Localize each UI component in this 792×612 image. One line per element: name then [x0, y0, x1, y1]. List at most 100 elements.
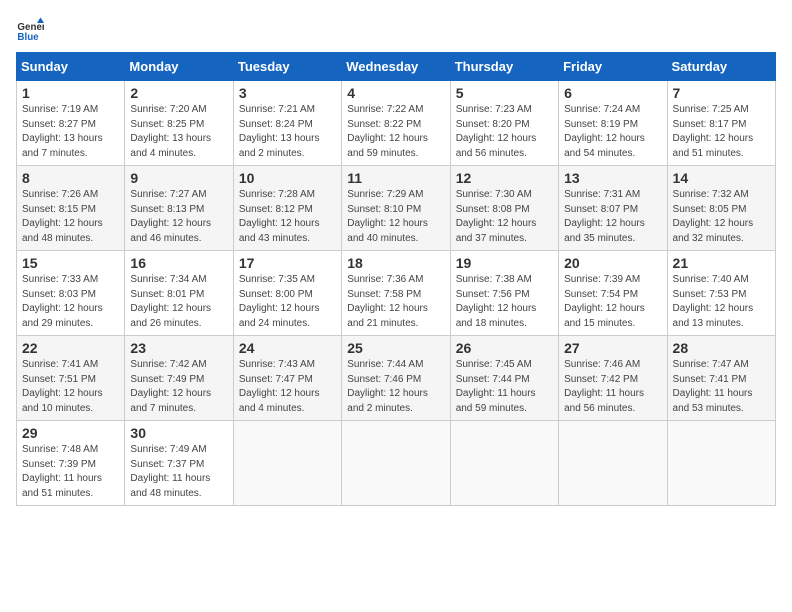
- day-number: 10: [239, 170, 336, 186]
- day-info: Sunrise: 7:31 AM Sunset: 8:07 PM Dayligh…: [564, 188, 661, 246]
- day-info: Sunrise: 7:48 AM Sunset: 7:39 PM Dayligh…: [22, 443, 119, 501]
- calendar-cell: 26 Sunrise: 7:45 AM Sunset: 7:44 PM Dayli…: [450, 336, 558, 421]
- weekday-header: Thursday: [450, 53, 558, 81]
- day-number: 14: [673, 170, 770, 186]
- calendar-cell: 27 Sunrise: 7:46 AM Sunset: 7:42 PM Dayli…: [559, 336, 667, 421]
- calendar-cell: 2 Sunrise: 7:20 AM Sunset: 8:25 PM Daylig…: [125, 81, 233, 166]
- weekday-header: Sunday: [17, 53, 125, 81]
- calendar-cell: 11 Sunrise: 7:29 AM Sunset: 8:10 PM Dayli…: [342, 166, 450, 251]
- day-info: Sunrise: 7:32 AM Sunset: 8:05 PM Dayligh…: [673, 188, 770, 246]
- calendar-week-row: 29 Sunrise: 7:48 AM Sunset: 7:39 PM Dayli…: [17, 421, 776, 506]
- calendar-cell: 16 Sunrise: 7:34 AM Sunset: 8:01 PM Dayli…: [125, 251, 233, 336]
- day-number: 29: [22, 425, 119, 441]
- calendar-cell: 30Sunrise: 7:49 AM Sunset: 7:37 PM Dayli…: [125, 421, 233, 506]
- calendar-cell: 1 Sunrise: 7:19 AM Sunset: 8:27 PM Daylig…: [17, 81, 125, 166]
- day-number: 11: [347, 170, 444, 186]
- day-info: Sunrise: 7:44 AM Sunset: 7:46 PM Dayligh…: [347, 358, 444, 416]
- calendar-cell: [342, 421, 450, 506]
- day-info: Sunrise: 7:27 AM Sunset: 8:13 PM Dayligh…: [130, 188, 227, 246]
- calendar-table: SundayMondayTuesdayWednesdayThursdayFrid…: [16, 52, 776, 506]
- day-number: 4: [347, 85, 444, 101]
- calendar-cell: 8Sunrise: 7:26 AM Sunset: 8:15 PM Daylig…: [17, 166, 125, 251]
- day-info: Sunrise: 7:38 AM Sunset: 7:56 PM Dayligh…: [456, 273, 553, 331]
- day-number: 15: [22, 255, 119, 271]
- weekday-header-row: SundayMondayTuesdayWednesdayThursdayFrid…: [17, 53, 776, 81]
- calendar-cell: 20 Sunrise: 7:39 AM Sunset: 7:54 PM Dayli…: [559, 251, 667, 336]
- weekday-header: Friday: [559, 53, 667, 81]
- day-number: 21: [673, 255, 770, 271]
- calendar-week-row: 1 Sunrise: 7:19 AM Sunset: 8:27 PM Daylig…: [17, 81, 776, 166]
- calendar-cell: 29 Sunrise: 7:48 AM Sunset: 7:39 PM Dayli…: [17, 421, 125, 506]
- day-info: Sunrise: 7:49 AM Sunset: 7:37 PM Dayligh…: [130, 443, 227, 501]
- calendar-week-row: 22Sunrise: 7:41 AM Sunset: 7:51 PM Dayli…: [17, 336, 776, 421]
- day-info: Sunrise: 7:20 AM Sunset: 8:25 PM Dayligh…: [130, 103, 227, 161]
- day-number: 23: [130, 340, 227, 356]
- day-info: Sunrise: 7:30 AM Sunset: 8:08 PM Dayligh…: [456, 188, 553, 246]
- calendar-cell: 5 Sunrise: 7:23 AM Sunset: 8:20 PM Daylig…: [450, 81, 558, 166]
- day-number: 18: [347, 255, 444, 271]
- calendar-cell: 3 Sunrise: 7:21 AM Sunset: 8:24 PM Daylig…: [233, 81, 341, 166]
- day-number: 25: [347, 340, 444, 356]
- calendar-cell: [233, 421, 341, 506]
- day-info: Sunrise: 7:40 AM Sunset: 7:53 PM Dayligh…: [673, 273, 770, 331]
- day-info: Sunrise: 7:46 AM Sunset: 7:42 PM Dayligh…: [564, 358, 661, 416]
- day-info: Sunrise: 7:21 AM Sunset: 8:24 PM Dayligh…: [239, 103, 336, 161]
- calendar-week-row: 8Sunrise: 7:26 AM Sunset: 8:15 PM Daylig…: [17, 166, 776, 251]
- day-number: 24: [239, 340, 336, 356]
- calendar-cell: 18Sunrise: 7:36 AM Sunset: 7:58 PM Dayli…: [342, 251, 450, 336]
- logo: General Blue: [16, 16, 48, 44]
- calendar-cell: 4 Sunrise: 7:22 AM Sunset: 8:22 PM Daylig…: [342, 81, 450, 166]
- calendar-cell: [667, 421, 775, 506]
- day-number: 22: [22, 340, 119, 356]
- day-info: Sunrise: 7:33 AM Sunset: 8:03 PM Dayligh…: [22, 273, 119, 331]
- day-info: Sunrise: 7:22 AM Sunset: 8:22 PM Dayligh…: [347, 103, 444, 161]
- calendar-cell: 17Sunrise: 7:35 AM Sunset: 8:00 PM Dayli…: [233, 251, 341, 336]
- calendar-cell: 21 Sunrise: 7:40 AM Sunset: 7:53 PM Dayli…: [667, 251, 775, 336]
- day-info: Sunrise: 7:42 AM Sunset: 7:49 PM Dayligh…: [130, 358, 227, 416]
- day-number: 26: [456, 340, 553, 356]
- day-info: Sunrise: 7:24 AM Sunset: 8:19 PM Dayligh…: [564, 103, 661, 161]
- day-info: Sunrise: 7:34 AM Sunset: 8:01 PM Dayligh…: [130, 273, 227, 331]
- day-info: Sunrise: 7:19 AM Sunset: 8:27 PM Dayligh…: [22, 103, 119, 161]
- day-info: Sunrise: 7:26 AM Sunset: 8:15 PM Dayligh…: [22, 188, 119, 246]
- day-number: 2: [130, 85, 227, 101]
- calendar-cell: 22Sunrise: 7:41 AM Sunset: 7:51 PM Dayli…: [17, 336, 125, 421]
- day-number: 20: [564, 255, 661, 271]
- logo-icon: General Blue: [16, 16, 44, 44]
- calendar-cell: 15 Sunrise: 7:33 AM Sunset: 8:03 PM Dayli…: [17, 251, 125, 336]
- calendar-cell: 24Sunrise: 7:43 AM Sunset: 7:47 PM Dayli…: [233, 336, 341, 421]
- calendar-cell: 19 Sunrise: 7:38 AM Sunset: 7:56 PM Dayli…: [450, 251, 558, 336]
- calendar-cell: 28Sunrise: 7:47 AM Sunset: 7:41 PM Dayli…: [667, 336, 775, 421]
- calendar-cell: 13 Sunrise: 7:31 AM Sunset: 8:07 PM Dayli…: [559, 166, 667, 251]
- day-info: Sunrise: 7:47 AM Sunset: 7:41 PM Dayligh…: [673, 358, 770, 416]
- day-number: 13: [564, 170, 661, 186]
- calendar-cell: 7 Sunrise: 7:25 AM Sunset: 8:17 PM Daylig…: [667, 81, 775, 166]
- day-number: 12: [456, 170, 553, 186]
- calendar-cell: [559, 421, 667, 506]
- day-info: Sunrise: 7:45 AM Sunset: 7:44 PM Dayligh…: [456, 358, 553, 416]
- day-number: 17: [239, 255, 336, 271]
- weekday-header: Tuesday: [233, 53, 341, 81]
- day-number: 16: [130, 255, 227, 271]
- calendar-cell: [450, 421, 558, 506]
- day-number: 1: [22, 85, 119, 101]
- calendar-week-row: 15 Sunrise: 7:33 AM Sunset: 8:03 PM Dayli…: [17, 251, 776, 336]
- weekday-header: Monday: [125, 53, 233, 81]
- day-number: 3: [239, 85, 336, 101]
- weekday-header: Wednesday: [342, 53, 450, 81]
- weekday-header: Saturday: [667, 53, 775, 81]
- day-number: 7: [673, 85, 770, 101]
- calendar-cell: 9 Sunrise: 7:27 AM Sunset: 8:13 PM Daylig…: [125, 166, 233, 251]
- day-number: 5: [456, 85, 553, 101]
- day-number: 9: [130, 170, 227, 186]
- day-info: Sunrise: 7:25 AM Sunset: 8:17 PM Dayligh…: [673, 103, 770, 161]
- day-info: Sunrise: 7:29 AM Sunset: 8:10 PM Dayligh…: [347, 188, 444, 246]
- page-header: General Blue: [16, 16, 776, 44]
- calendar-cell: 10Sunrise: 7:28 AM Sunset: 8:12 PM Dayli…: [233, 166, 341, 251]
- calendar-cell: 14 Sunrise: 7:32 AM Sunset: 8:05 PM Dayli…: [667, 166, 775, 251]
- calendar-cell: 25 Sunrise: 7:44 AM Sunset: 7:46 PM Dayli…: [342, 336, 450, 421]
- day-number: 19: [456, 255, 553, 271]
- day-number: 27: [564, 340, 661, 356]
- day-info: Sunrise: 7:23 AM Sunset: 8:20 PM Dayligh…: [456, 103, 553, 161]
- day-info: Sunrise: 7:39 AM Sunset: 7:54 PM Dayligh…: [564, 273, 661, 331]
